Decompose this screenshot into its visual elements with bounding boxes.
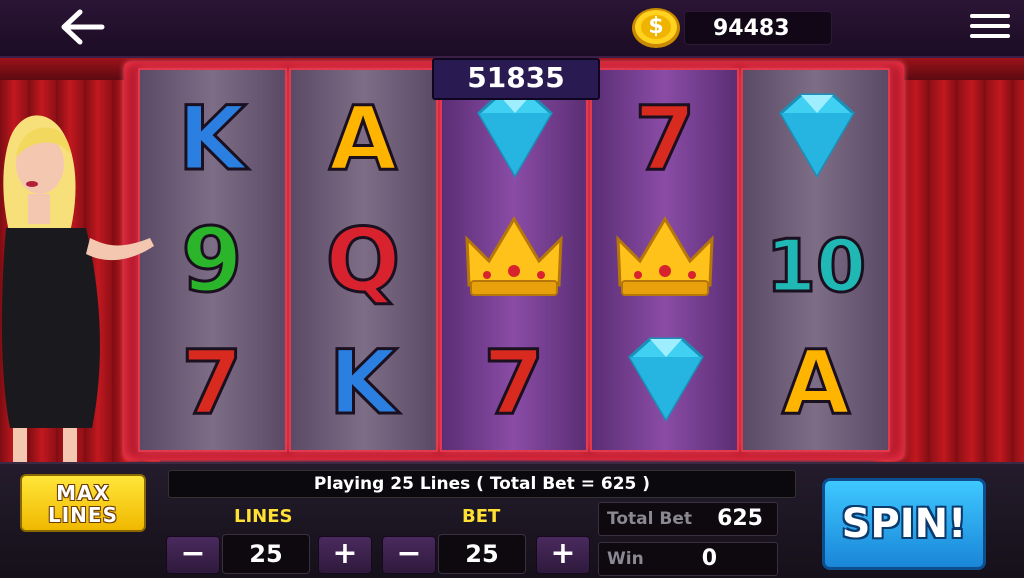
reel-symbol-K: K xyxy=(291,324,436,434)
max-lines-label-line1: MAX xyxy=(56,481,110,505)
svg-text:7: 7 xyxy=(182,331,243,431)
back-button[interactable] xyxy=(58,8,108,46)
reel-symbol-7: 7 xyxy=(442,324,587,434)
lines-value: 25 xyxy=(222,534,310,574)
reel-5: 10 A xyxy=(743,70,888,450)
reel-symbol-A: A xyxy=(743,324,888,434)
menu-button[interactable] xyxy=(966,8,1014,48)
lines-increase-button[interactable]: + xyxy=(318,536,372,574)
bet-value: 25 xyxy=(438,534,526,574)
bet-info-bar: Playing 25 Lines ( Total Bet = 625 ) xyxy=(168,470,796,498)
bet-decrease-button[interactable]: − xyxy=(382,536,436,574)
reels: K97 AQK 7 7 10 A xyxy=(140,70,888,450)
reel-symbol-diamond-icon xyxy=(743,80,888,190)
top-bar: $ 94483 xyxy=(0,0,1024,58)
reel-symbol-Q: Q xyxy=(291,202,436,312)
svg-text:A: A xyxy=(329,87,397,187)
hostess-character xyxy=(1,115,154,462)
reel-symbol-diamond-icon xyxy=(592,324,737,434)
jackpot-counter: 51835 xyxy=(432,58,600,100)
total-bet-value: 625 xyxy=(717,506,763,531)
lines-label: LINES xyxy=(234,506,293,527)
svg-text:K: K xyxy=(329,331,400,431)
svg-text:Q: Q xyxy=(326,209,401,309)
win-display: Win 0 xyxy=(598,542,778,576)
bet-label: BET xyxy=(462,506,501,527)
svg-text:K: K xyxy=(178,87,249,187)
reel-3: 7 xyxy=(441,70,587,450)
bet-increase-button[interactable]: + xyxy=(536,536,590,574)
win-value: 0 xyxy=(701,546,717,571)
reel-4: 7 xyxy=(592,70,738,450)
svg-text:7: 7 xyxy=(634,87,695,187)
lines-decrease-button[interactable]: − xyxy=(166,536,220,574)
hamburger-menu-icon xyxy=(966,14,1014,38)
coin-balance: 94483 xyxy=(684,11,832,45)
coin-symbol: $ xyxy=(648,14,664,39)
svg-text:A: A xyxy=(782,331,850,431)
svg-text:10: 10 xyxy=(765,224,865,308)
reel-symbol-10: 10 xyxy=(743,202,888,312)
total-bet-label: Total Bet xyxy=(607,509,692,529)
slot-stage: K97 AQK 7 7 10 A 51835 xyxy=(0,58,1024,462)
svg-text:9: 9 xyxy=(182,209,243,309)
svg-text:7: 7 xyxy=(483,331,544,431)
control-panel: MAX LINES Playing 25 Lines ( Total Bet =… xyxy=(0,462,1024,578)
reel-symbol-crown-icon xyxy=(592,202,737,312)
gold-coin-icon: $ xyxy=(630,6,682,50)
reel-symbol-A: A xyxy=(291,80,436,190)
reel-symbol-crown-icon xyxy=(442,202,587,312)
win-label: Win xyxy=(607,549,644,569)
spin-button[interactable]: SPIN! xyxy=(822,478,986,570)
reel-2: AQK xyxy=(290,70,436,450)
total-bet-display: Total Bet 625 xyxy=(598,502,778,536)
max-lines-button[interactable]: MAX LINES xyxy=(20,474,146,532)
max-lines-label-line2: LINES xyxy=(48,503,118,527)
reel-symbol-7: 7 xyxy=(592,80,737,190)
arrow-left-icon xyxy=(61,9,105,45)
